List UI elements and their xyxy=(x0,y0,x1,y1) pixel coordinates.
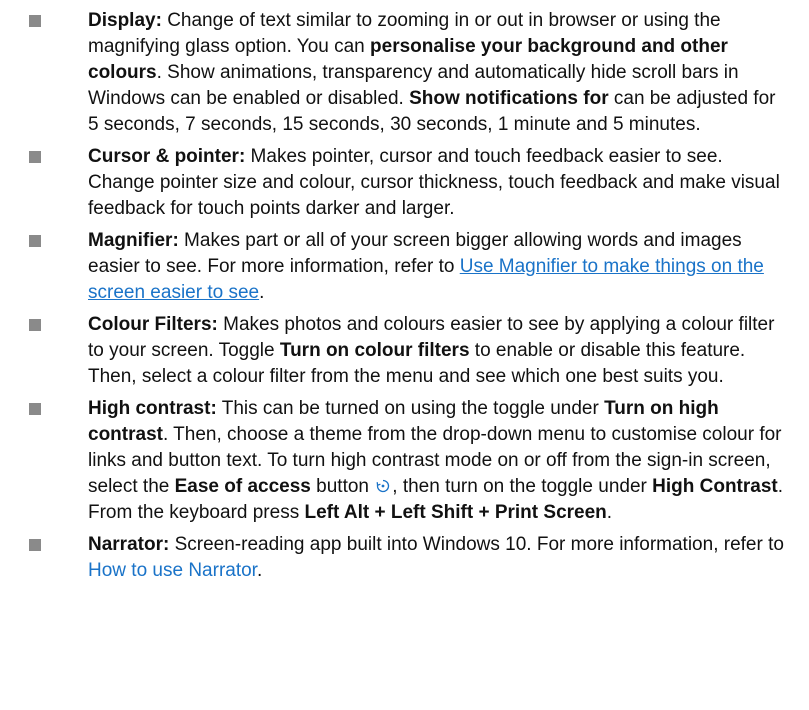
bullet-square-icon xyxy=(29,403,41,415)
list-item-display: Display: Change of text similar to zoomi… xyxy=(28,8,785,138)
list-item-cursor-pointer: Cursor & pointer: Makes pointer, cursor … xyxy=(28,144,785,222)
list-item-magnifier: Magnifier: Makes part or all of your scr… xyxy=(28,228,785,306)
bold-text: Magnifier: xyxy=(88,230,179,251)
help-link[interactable]: How to use Narrator xyxy=(88,560,257,581)
bold-text: Turn on colour filters xyxy=(279,340,470,361)
bold-text: Display: xyxy=(88,10,162,31)
bold-text: Show notifications for xyxy=(409,88,609,109)
bold-text: Colour Filters: xyxy=(88,314,218,335)
ease-of-access-icon xyxy=(375,476,391,493)
feature-list: Display: Change of text similar to zoomi… xyxy=(28,8,785,584)
bold-text: Narrator: xyxy=(88,534,170,555)
bold-text: Cursor & pointer: xyxy=(88,146,246,167)
body-text: Screen-reading app built into Windows 10… xyxy=(169,534,784,555)
bullet-square-icon xyxy=(29,15,41,27)
list-item-narrator: Narrator: Screen-reading app built into … xyxy=(28,532,785,584)
document-page: Display: Change of text similar to zoomi… xyxy=(0,0,809,710)
body-text: . xyxy=(256,560,263,581)
body-text: button xyxy=(310,476,375,497)
bullet-square-icon xyxy=(29,151,41,163)
list-item-colour-filters: Colour Filters: Makes photos and colours… xyxy=(28,312,785,390)
body-text: This can be turned on using the toggle u… xyxy=(216,398,605,419)
bullet-square-icon xyxy=(29,539,41,551)
bullet-square-icon xyxy=(29,235,41,247)
bold-text: High contrast: xyxy=(88,398,217,419)
list-item-high-contrast: High contrast: This can be turned on usi… xyxy=(28,396,785,526)
bold-text: Left Alt + Left Shift + Print Screen xyxy=(304,502,607,523)
body-text: . xyxy=(606,502,613,523)
bold-text: Ease of access xyxy=(174,476,311,497)
bold-text: High Contrast xyxy=(652,476,778,497)
bullet-square-icon xyxy=(29,319,41,331)
body-text: . xyxy=(259,282,265,303)
body-text: , then turn on the toggle under xyxy=(392,476,653,497)
